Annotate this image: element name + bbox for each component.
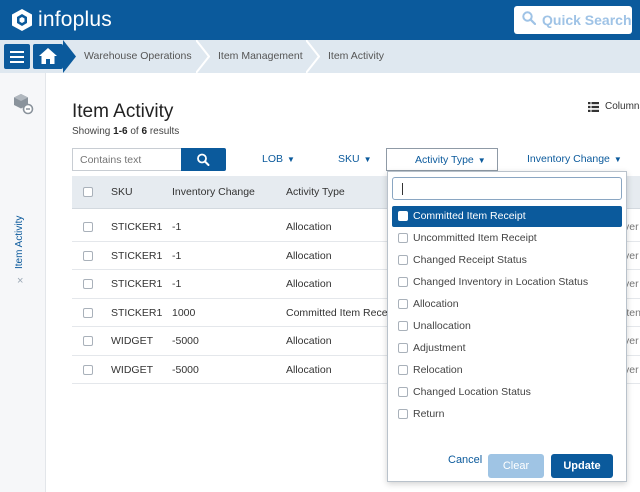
cell-activity-type: Allocation xyxy=(286,335,332,347)
cell-inventory-change: -5000 xyxy=(172,335,199,347)
columns-button[interactable]: Columns xyxy=(588,101,640,112)
boxes-icon[interactable] xyxy=(12,93,34,115)
caret-down-icon: ▼ xyxy=(477,156,486,165)
sku-filter[interactable]: SKU ▼ xyxy=(338,148,372,171)
row-checkbox[interactable] xyxy=(83,364,93,375)
caret-down-icon: ▼ xyxy=(363,155,372,164)
option-checkbox[interactable] xyxy=(398,387,408,397)
cell-activity-type: Allocation xyxy=(286,363,332,376)
cell-activity-type: Allocation xyxy=(286,278,332,290)
option-checkbox[interactable] xyxy=(398,299,408,309)
activity-type-filter[interactable]: Activity Type ▼ xyxy=(386,148,498,171)
breadcrumb-item[interactable]: Item Management xyxy=(218,40,303,73)
cell-activity-type: Committed Item Receipt xyxy=(286,306,399,319)
row-checkbox[interactable] xyxy=(83,250,93,261)
home-button[interactable] xyxy=(33,44,63,69)
row-checkbox[interactable] xyxy=(83,279,93,289)
cell-inventory-change: 1000 xyxy=(172,306,196,319)
caret-down-icon: ▼ xyxy=(613,155,622,164)
search-input[interactable] xyxy=(72,148,181,171)
dropdown-option[interactable]: Committed Item Receipt xyxy=(392,206,622,227)
cell-inventory-change: -1 xyxy=(172,249,182,262)
search-button[interactable] xyxy=(181,148,226,171)
dropdown-search-input[interactable] xyxy=(392,177,622,200)
cancel-button[interactable]: Cancel xyxy=(448,454,482,466)
column-header-inventory-change[interactable]: Inventory Change xyxy=(172,176,255,209)
cell-inventory-change: -5000 xyxy=(172,363,199,376)
home-icon xyxy=(39,48,57,64)
text-cursor xyxy=(402,183,403,195)
chevron-right-icon xyxy=(306,40,320,73)
row-checkbox[interactable] xyxy=(83,222,93,232)
results-count: Showing 1-6 of 6 results xyxy=(72,126,180,137)
columns-label: Columns xyxy=(605,101,640,112)
activity-type-dropdown: Committed Item Receipt Uncommitted Item … xyxy=(387,171,627,482)
option-checkbox[interactable] xyxy=(398,365,408,375)
dropdown-option[interactable]: Unallocation xyxy=(392,316,622,337)
quick-search-placeholder: Quick Search xyxy=(542,12,632,28)
row-checkbox[interactable] xyxy=(83,336,93,346)
dropdown-option[interactable]: Changed Location Status xyxy=(392,382,622,403)
option-checkbox[interactable] xyxy=(398,321,408,331)
option-checkbox[interactable] xyxy=(398,343,408,353)
logo[interactable]: infoplus xyxy=(10,7,112,33)
breadcrumb-item-current: Item Activity xyxy=(328,50,385,62)
hamburger-icon-line xyxy=(10,56,24,58)
dropdown-option[interactable]: Changed Receipt Status xyxy=(392,250,622,271)
left-rail: Item Activity × xyxy=(0,73,46,492)
option-checkbox[interactable] xyxy=(398,233,408,243)
clear-button[interactable]: Clear xyxy=(488,454,544,478)
search-icon xyxy=(197,153,210,166)
hamburger-icon xyxy=(10,51,24,53)
rail-tab-item-activity[interactable]: Item Activity xyxy=(14,216,25,269)
cell-sku: WIDGET xyxy=(111,363,153,376)
update-button[interactable]: Update xyxy=(551,454,613,478)
dropdown-option[interactable]: Return xyxy=(392,404,622,425)
cell-activity-type: Allocation xyxy=(286,221,332,233)
breadcrumb-bar: Warehouse Operations Item Management Ite… xyxy=(0,40,640,73)
caret-down-icon: ▼ xyxy=(287,155,295,164)
logo-text: infoplus xyxy=(38,8,112,31)
cell-sku: STICKER1 xyxy=(111,249,163,262)
option-checkbox[interactable] xyxy=(398,211,408,221)
breadcrumb-item[interactable]: Warehouse Operations xyxy=(84,40,192,73)
dropdown-option[interactable]: Allocation xyxy=(392,294,622,315)
hamburger-icon-line xyxy=(10,61,24,63)
page-title: Item Activity xyxy=(72,101,174,122)
cell-inventory-change: -1 xyxy=(172,278,182,290)
cell-sku: WIDGET xyxy=(111,335,153,347)
option-checkbox[interactable] xyxy=(398,409,408,419)
top-bar: infoplus Quick Search xyxy=(0,0,640,40)
dropdown-option[interactable]: Adjustment xyxy=(392,338,622,359)
dropdown-option[interactable]: Changed Inventory in Location Status xyxy=(392,272,622,293)
cell-inventory-change: -1 xyxy=(172,221,182,233)
chevron-right-icon xyxy=(196,40,210,73)
chevron-right-icon xyxy=(63,40,76,73)
dropdown-option[interactable]: Relocation xyxy=(392,360,622,381)
lob-filter[interactable]: LOB ▼ xyxy=(262,148,295,171)
infoplus-logo-icon xyxy=(10,8,34,32)
hamburger-menu-button[interactable] xyxy=(4,44,30,69)
close-icon[interactable]: × xyxy=(17,275,23,287)
dropdown-option[interactable]: Uncommitted Item Receipt xyxy=(392,228,622,249)
cell-sku: STICKER1 xyxy=(111,221,163,233)
cell-sku: STICKER1 xyxy=(111,278,163,290)
column-header-activity-type[interactable]: Activity Type xyxy=(286,176,345,209)
list-icon xyxy=(588,101,599,112)
option-checkbox[interactable] xyxy=(398,277,408,287)
quick-search-input[interactable]: Quick Search xyxy=(514,6,632,34)
option-checkbox[interactable] xyxy=(398,255,408,265)
cell-sku: STICKER1 xyxy=(111,306,163,319)
search-icon xyxy=(522,10,537,30)
inventory-change-filter[interactable]: Inventory Change ▼ xyxy=(527,148,622,171)
select-all-checkbox[interactable] xyxy=(83,187,93,197)
row-checkbox[interactable] xyxy=(83,307,93,318)
cell-activity-type: Allocation xyxy=(286,249,332,262)
column-header-sku[interactable]: SKU xyxy=(111,176,133,209)
